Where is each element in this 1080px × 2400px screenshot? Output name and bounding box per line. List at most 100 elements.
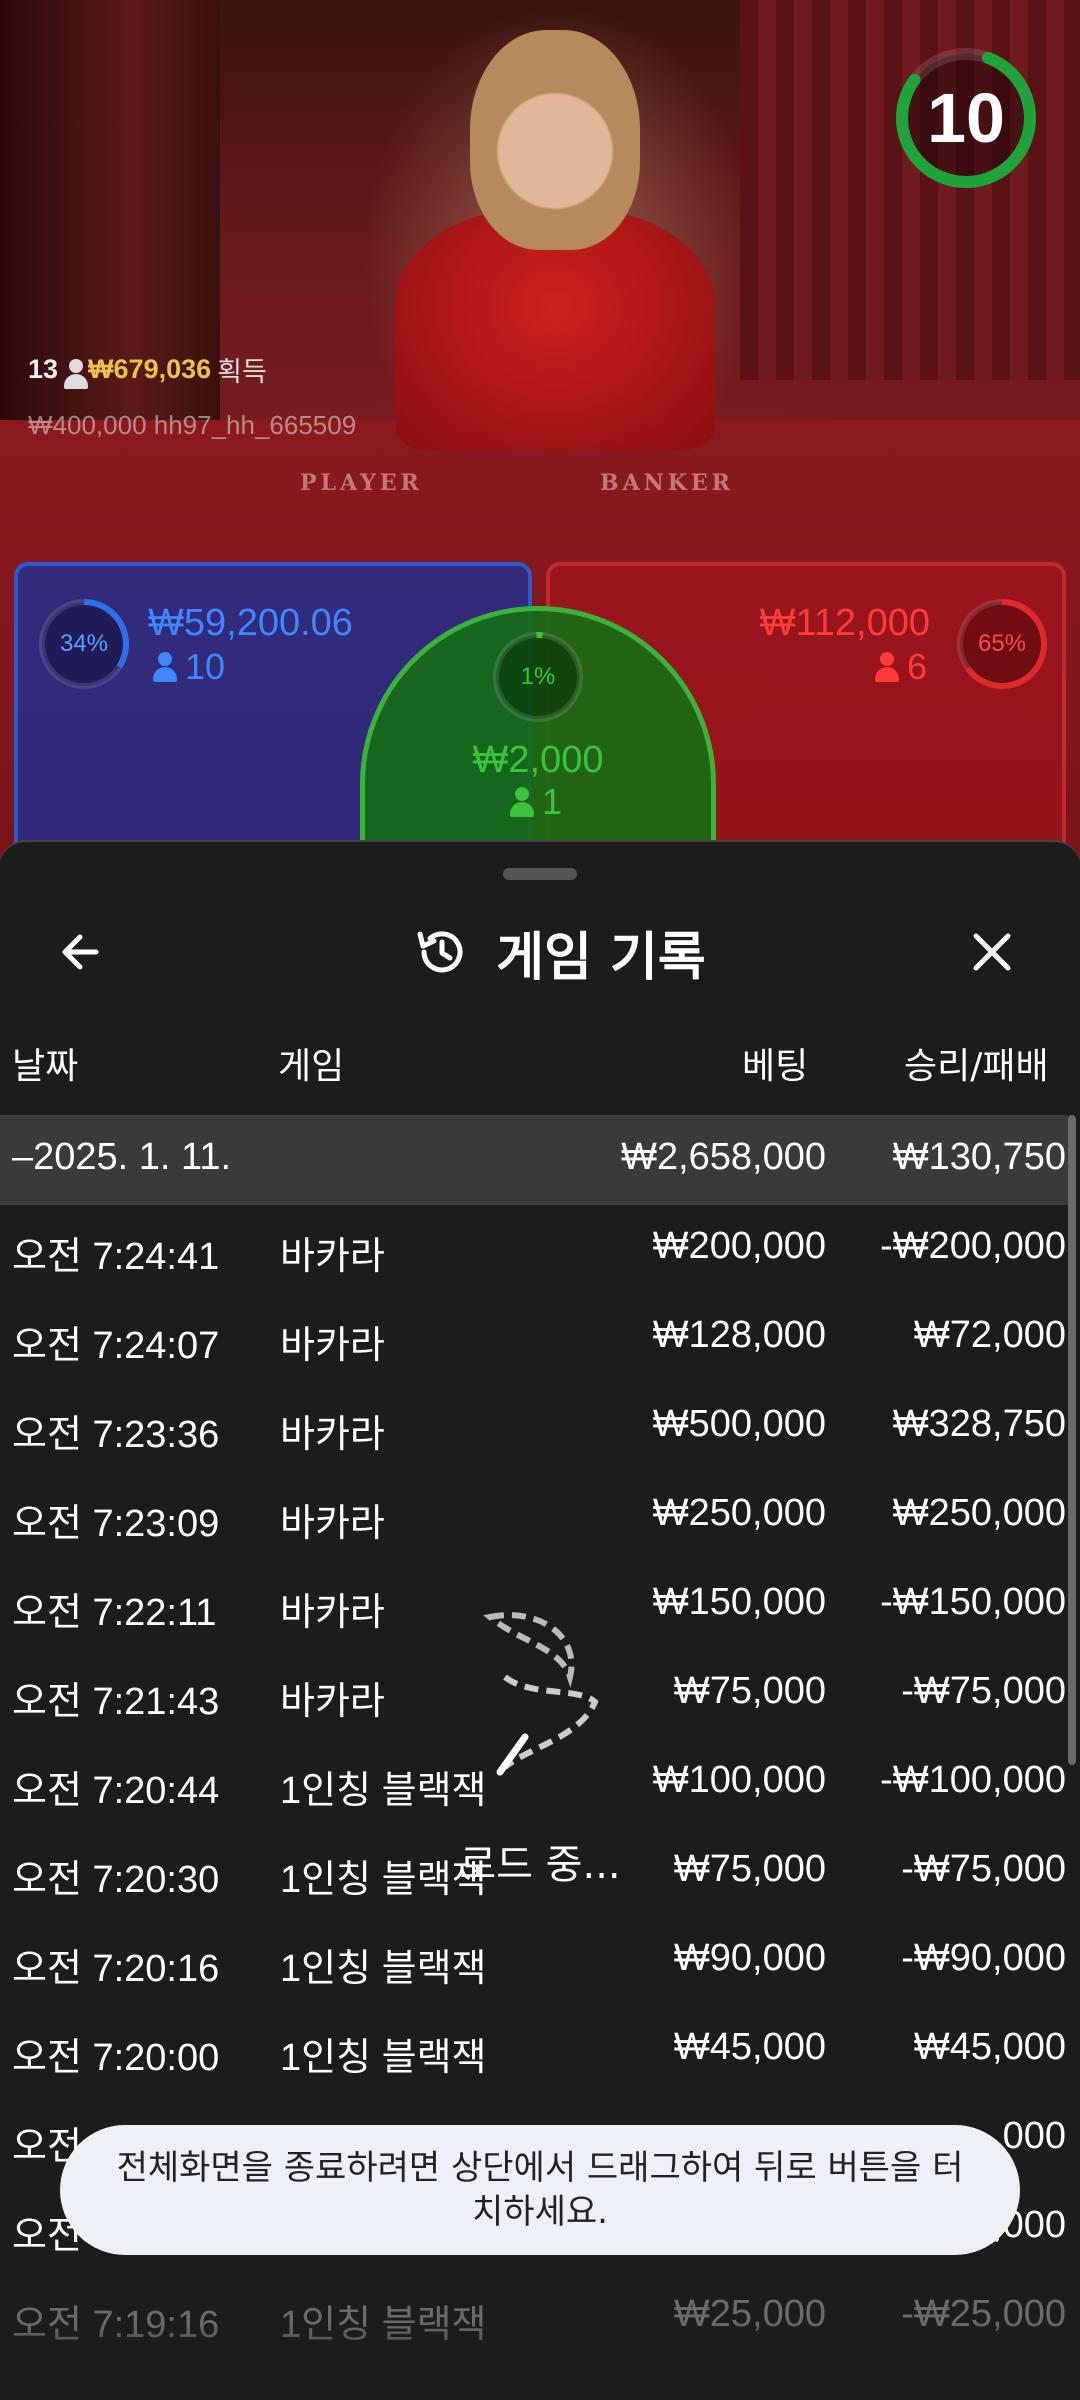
row-result: -₩75,000 (901, 1848, 1066, 1890)
row-time: 오전 7:23:36 (12, 1414, 220, 1456)
close-button[interactable] (962, 922, 1022, 982)
row-bet: ₩128,000 (652, 1314, 826, 1356)
row-result: -₩100,000 (880, 1759, 1066, 1801)
player-percent-ring: 34% (36, 596, 132, 692)
row-game: 바카라 (280, 1503, 385, 1545)
row-result: -₩150,000 (880, 1581, 1066, 1623)
arrow-left-icon (62, 934, 99, 970)
tie-bettor-count: 1 (510, 781, 562, 823)
column-bet: 베팅 (742, 1046, 809, 1087)
winners-amount: ₩679,036 (88, 354, 212, 384)
tie-percent-ring: 1% (490, 629, 586, 725)
game-history-sheet: 게임 기록 날짜 게임 베팅 승리/패배 –2025. 1. 11. ₩2,65… (0, 840, 1080, 2400)
close-icon (973, 933, 1011, 971)
table-word-banker: BANKER (600, 470, 734, 496)
row-game: 바카라 (280, 1414, 385, 1456)
winners-count: 13 (28, 354, 59, 384)
table-row[interactable]: 오전 7:23:36 바카라 ₩500,000 ₩328,750 (0, 1383, 1068, 1472)
row-bet: ₩150,000 (652, 1581, 826, 1623)
banker-percent: 65% (977, 630, 1027, 657)
fullscreen-exit-toast: 전체화면을 종료하려면 상단에서 드래그하여 뒤로 버튼을 터치하세요. (60, 2125, 1020, 2255)
table-word-player: PLAYER (300, 470, 423, 496)
toast-text: 전체화면을 종료하려면 상단에서 드래그하여 뒤로 버튼을 터치하세요. (116, 2147, 964, 2232)
table-row[interactable]: 오전 7:24:07 바카라 ₩128,000 ₩72,000 (0, 1294, 1068, 1383)
row-result: 000 (1002, 2115, 1066, 2157)
timer-value: 10 (927, 79, 1005, 157)
row-game: 바카라 (280, 1592, 385, 1634)
row-result: ₩45,000 (913, 2026, 1066, 2068)
person-icon (153, 652, 177, 682)
row-result: ₩328,750 (892, 1403, 1066, 1445)
row-time: 오전 7:24:41 (12, 1236, 220, 1278)
loading-spinner (470, 1607, 610, 1787)
sheet-title-group: 게임 기록 (380, 902, 740, 1002)
player-count-value: 10 (185, 646, 226, 687)
player-bettor-count: 10 (153, 646, 225, 688)
table-row[interactable]: 오전 7:24:41 바카라 ₩200,000 -₩200,000 (0, 1205, 1068, 1294)
dealer-head (470, 30, 640, 250)
row-bet: ₩100,000 (652, 1759, 826, 1801)
banker-bettor-count: 6 (874, 646, 927, 688)
back-button[interactable] (52, 922, 112, 982)
column-date: 날짜 (12, 1046, 79, 1087)
winners-summary: 13 ₩679,036 획득 (28, 350, 267, 389)
sheet-title: 게임 기록 (496, 927, 706, 988)
loading-text: 로드 중... (459, 1842, 621, 1888)
row-result: -₩75,000 (901, 1670, 1066, 1712)
row-result: ₩250,000 (892, 1492, 1066, 1534)
tie-count-value: 1 (542, 781, 563, 822)
player-percent: 34% (59, 630, 109, 657)
tie-percent: 1% (520, 663, 556, 690)
table-row[interactable]: 오전 7:23:09 바카라 ₩250,000 ₩250,000 (0, 1472, 1068, 1561)
row-game: 바카라 (280, 1236, 385, 1278)
row-bet: ₩500,000 (652, 1403, 826, 1445)
scrollbar[interactable] (1068, 1115, 1076, 1765)
row-result: -₩90,000 (901, 1937, 1066, 1979)
row-result: -₩200,000 (880, 1225, 1066, 1267)
column-game: 게임 (278, 1046, 345, 1087)
row-time: 오전 7:23:09 (12, 1503, 220, 1545)
countdown-timer: 10 (892, 44, 1040, 192)
row-bet: ₩75,000 (673, 1848, 826, 1890)
bottom-fade (0, 2322, 1080, 2400)
banker-percent-ring: 65% (954, 596, 1050, 692)
row-result: ₩72,000 (913, 1314, 1066, 1356)
summary-date: –2025. 1. 11. (12, 1136, 232, 1178)
player-bet-amount: ₩59,200.06 (148, 602, 353, 644)
row-bet: ₩250,000 (652, 1492, 826, 1534)
live-video-stream: PLAYER BANKER 10 13 ₩679,036 획득 ₩400,000… (0, 0, 1080, 860)
row-time: 오전 7:20:30 (12, 1859, 220, 1901)
summary-result: ₩130,750 (892, 1136, 1066, 1178)
row-game: 바카라 (280, 1681, 385, 1723)
row-time: 오전 7:20:00 (12, 2037, 220, 2079)
winner-ticker: ₩400,000 hh97_hh_665509 (28, 410, 357, 440)
row-game: 1인칭 블랙잭 (280, 2037, 487, 2079)
summary-bet: ₩2,658,000 (621, 1136, 826, 1178)
row-time: 오전 7:24:07 (12, 1325, 220, 1367)
row-time: 오전 7:22:11 (12, 1592, 217, 1634)
winners-label: 획득 (217, 357, 267, 387)
table-header: 날짜 게임 베팅 승리/패배 (0, 1027, 1080, 1097)
sheet-drag-handle[interactable] (503, 868, 577, 880)
tie-bet-amount: ₩2,000 (472, 739, 604, 781)
date-summary-row[interactable]: –2025. 1. 11. ₩2,658,000 ₩130,750 (0, 1115, 1068, 1205)
column-result: 승리/패배 (904, 1046, 1049, 1087)
row-time: 오전 7:20:44 (12, 1770, 220, 1812)
row-time: 오전 7:20:16 (12, 1948, 220, 1990)
row-game: 1인칭 블랙잭 (280, 1948, 487, 1990)
row-game: 1인칭 블랙잭 (280, 1770, 487, 1812)
banker-bet-amount: ₩112,000 (759, 602, 930, 644)
table-row[interactable]: 오전 7:20:16 1인칭 블랙잭 ₩90,000 -₩90,000 (0, 1917, 1068, 2006)
table-row[interactable]: 오전 7:20:00 1인칭 블랙잭 ₩45,000 ₩45,000 (0, 2006, 1068, 2095)
row-bet: ₩200,000 (652, 1225, 826, 1267)
row-time: 오전 7:21:43 (12, 1681, 220, 1723)
history-clock-icon (417, 931, 463, 973)
banker-count-value: 6 (906, 646, 927, 687)
row-bet: ₩45,000 (673, 2026, 826, 2068)
row-bet: ₩75,000 (673, 1670, 826, 1712)
person-icon (874, 652, 899, 682)
person-icon (64, 358, 89, 389)
row-game: 바카라 (280, 1325, 385, 1367)
sheet-header: 게임 기록 (0, 902, 1080, 1002)
row-bet: ₩90,000 (673, 1937, 826, 1979)
